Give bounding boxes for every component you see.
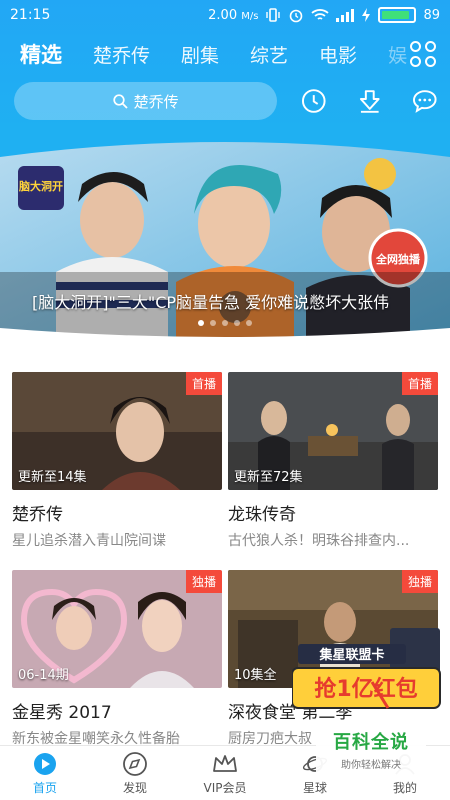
- battery-icon: [378, 7, 417, 23]
- search-icon: [113, 93, 128, 109]
- status-bar: 21:15 2.00 M/s 89: [0, 0, 450, 30]
- pagination-dot: [246, 320, 252, 326]
- banner-pagination: [0, 320, 450, 326]
- watermark-logo: 百科全说 助你轻松解决: [316, 728, 426, 778]
- nav-home[interactable]: 首页: [0, 746, 90, 800]
- episode-info: 06-14期: [18, 668, 69, 683]
- video-card[interactable]: 首播 更新至72集 龙珠传奇 古代狼人杀！明珠谷排查内...: [228, 372, 438, 550]
- pagination-dot: [234, 320, 240, 326]
- video-title: 金星秀 2017: [12, 703, 112, 723]
- watermark-title: 百科全说: [333, 732, 409, 753]
- pagination-dot: [210, 320, 216, 326]
- header: 21:15 2.00 M/s 89 精选 楚乔传 剧集 综艺 电影 娱 楚乔传: [0, 0, 450, 132]
- exclusive-badge-text: 全网独播: [375, 252, 421, 266]
- signal-icon: [336, 8, 355, 22]
- corner-badge: 首播: [401, 372, 438, 395]
- tab-featured[interactable]: 精选: [20, 39, 62, 69]
- status-time: 21:15: [10, 7, 51, 23]
- video-thumbnail: 首播 更新至14集: [12, 372, 222, 490]
- video-card[interactable]: 首播 更新至14集 楚乔传 星儿追杀潜入青山院间谍: [12, 372, 222, 550]
- home-icon: [34, 753, 56, 775]
- top-tabs: 精选 楚乔传 剧集 综艺 电影 娱: [0, 30, 450, 78]
- pagination-dot: [198, 320, 204, 326]
- nav-label: VIP会员: [203, 781, 247, 795]
- hero-banner[interactable]: 脑大洞开 全网独播 [脑大洞开]"三大"CP脑量告急 爱你难说憋坏大张伟: [0, 132, 450, 340]
- battery-level: 89: [423, 7, 440, 23]
- download-icon[interactable]: [357, 88, 383, 114]
- tab-chuqiaozhuan[interactable]: 楚乔传: [93, 41, 150, 68]
- wifi-icon: [311, 9, 330, 20]
- episode-info: 更新至72集: [234, 470, 303, 485]
- video-thumbnail: 独播 06-14期: [12, 570, 222, 688]
- episode-info: 更新至14集: [18, 470, 87, 485]
- nav-vip[interactable]: VIP会员: [180, 746, 270, 800]
- tab-entertainment[interactable]: 娱: [388, 41, 407, 68]
- video-title: 龙珠传奇: [228, 505, 296, 525]
- nav-label: 发现: [122, 781, 147, 795]
- video-title: 楚乔传: [12, 505, 63, 525]
- promo-line1: 集星联盟卡: [318, 647, 384, 663]
- tab-movies[interactable]: 电影: [319, 41, 357, 68]
- crown-icon: [213, 755, 237, 772]
- status-icons: 2.00 M/s 89: [208, 7, 440, 23]
- red-packet-promo[interactable]: 集星联盟卡 抢1亿红包: [291, 622, 444, 714]
- nav-discover[interactable]: 发现: [90, 746, 180, 800]
- promo-graphic: 集星联盟卡 抢1亿红包: [291, 628, 441, 709]
- banner-caption: [脑大洞开]"三大"CP脑量告急 爱你难说憋坏大张伟: [32, 293, 390, 312]
- video-thumbnail: 首播 更新至72集: [228, 372, 438, 490]
- alarm-icon: [290, 9, 303, 23]
- video-card[interactable]: 独播 06-14期 金星秀 2017 新东被金星嘲笑永久性备胎: [12, 570, 222, 748]
- corner-badge: 独播: [185, 570, 222, 593]
- video-subtitle: 古代狼人杀！明珠谷排查内...: [228, 533, 410, 549]
- tab-series[interactable]: 剧集: [181, 41, 219, 68]
- search-input[interactable]: 楚乔传: [14, 82, 278, 120]
- corner-badge: 独播: [401, 570, 438, 593]
- pagination-dot: [222, 320, 228, 326]
- promo-line2: 抢1亿红包: [314, 676, 417, 702]
- nav-label: 首页: [32, 781, 57, 795]
- network-speed: 2.00 M/s: [208, 7, 259, 23]
- video-subtitle: 星儿追杀潜入青山院间谍: [12, 533, 166, 549]
- search-query: 楚乔传: [133, 92, 179, 111]
- watermark-subtitle: 助你轻松解决: [341, 760, 401, 771]
- tab-variety[interactable]: 综艺: [250, 41, 288, 68]
- nav-label: 我的: [392, 781, 417, 795]
- compass-icon: [123, 752, 147, 776]
- nav-label: 星球: [302, 781, 327, 795]
- all-channels-icon[interactable]: [410, 41, 436, 67]
- search-row: 楚乔传: [14, 82, 438, 120]
- corner-badge: 首播: [185, 372, 222, 395]
- episode-info: 10集全: [234, 668, 277, 683]
- vibrate-icon: [266, 8, 281, 22]
- history-clock-icon[interactable]: [301, 88, 327, 114]
- message-icon[interactable]: [412, 88, 438, 114]
- charging-icon: [362, 8, 371, 22]
- show-logo-text: 脑大洞开: [19, 179, 63, 193]
